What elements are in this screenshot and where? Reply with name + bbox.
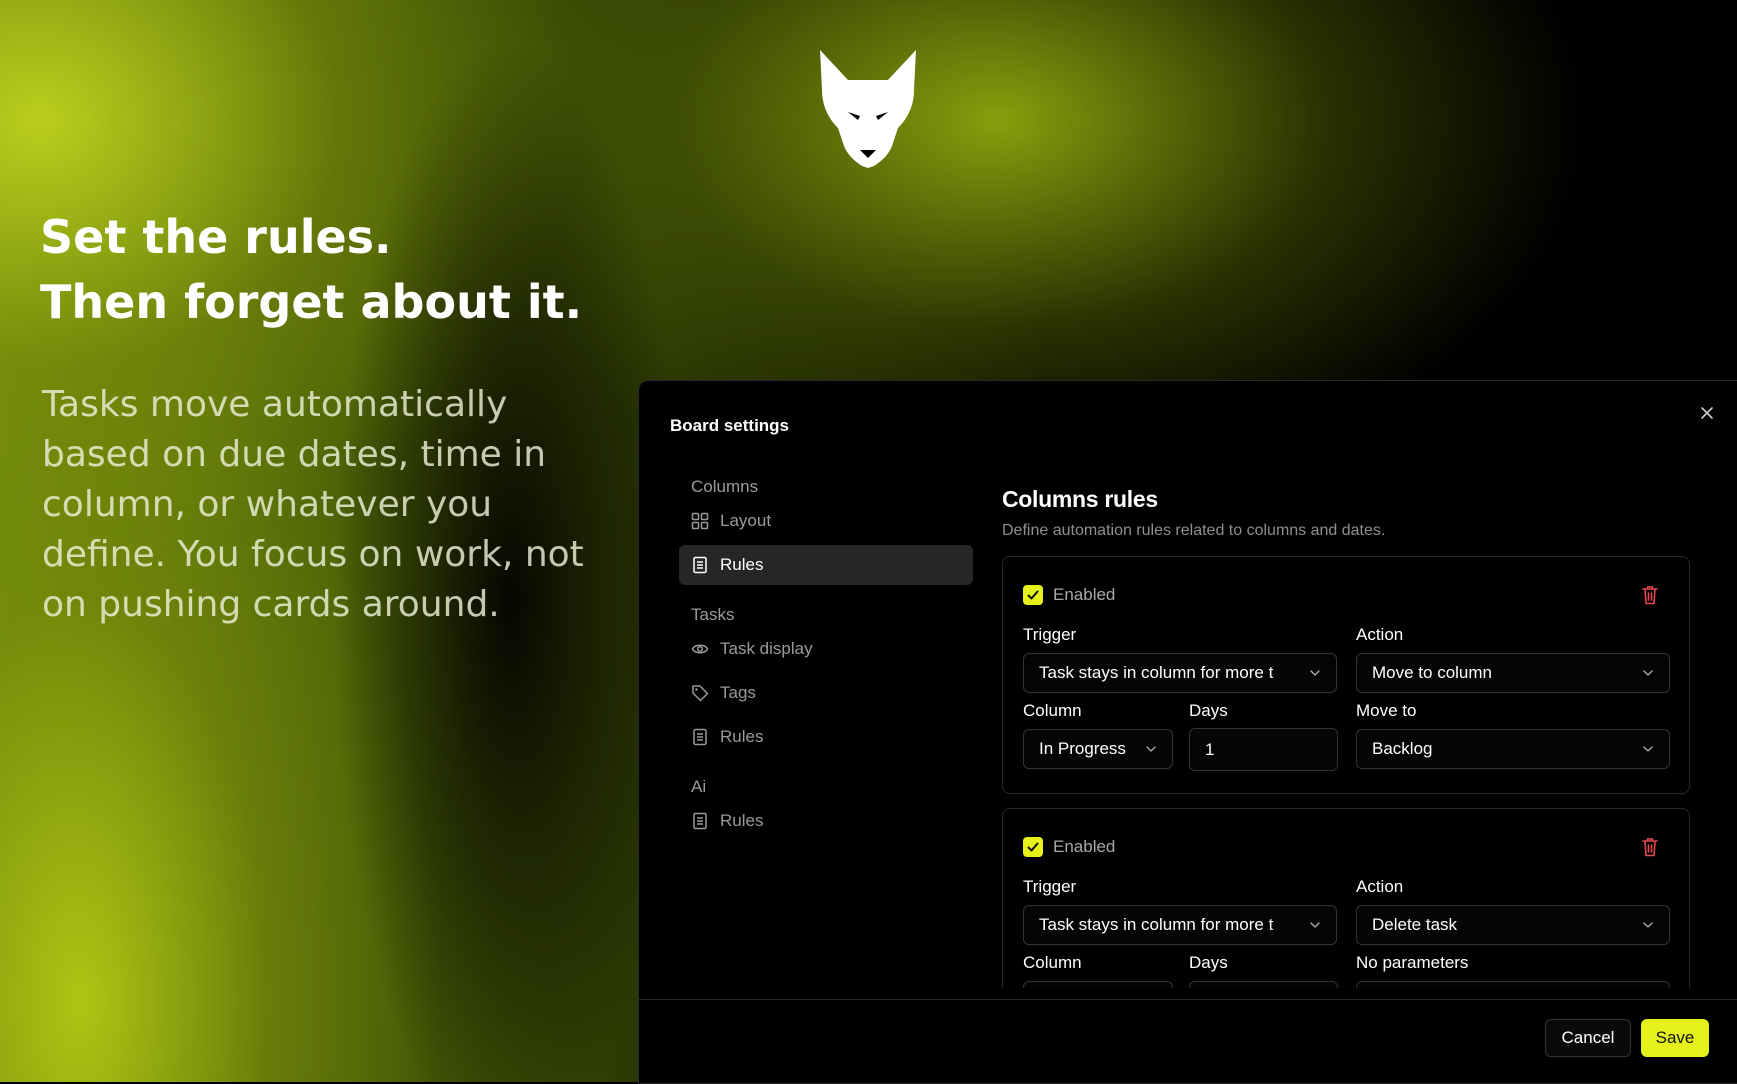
check-icon bbox=[1027, 590, 1039, 600]
sidebar-item-label: Tags bbox=[720, 683, 756, 702]
enabled-checkbox[interactable] bbox=[1023, 585, 1043, 605]
board-settings-modal: Board settings Columns Layout Rules Task… bbox=[638, 380, 1737, 1084]
nav-group-ai: Ai bbox=[691, 777, 707, 796]
column-value: In Progress bbox=[1039, 739, 1126, 758]
enabled-row: Enabled bbox=[1023, 585, 1115, 605]
document-icon bbox=[693, 556, 707, 574]
trash-icon[interactable] bbox=[1640, 584, 1660, 606]
chevron-down-icon bbox=[1643, 670, 1653, 676]
enabled-row: Enabled bbox=[1023, 837, 1115, 857]
tag-icon bbox=[692, 685, 709, 702]
column-label: Column bbox=[1023, 701, 1082, 720]
trigger-select[interactable]: Task stays in column for more t bbox=[1023, 905, 1337, 945]
nav-group-columns: Columns bbox=[691, 477, 759, 496]
days-label: Days bbox=[1189, 701, 1228, 720]
move-to-select[interactable]: Backlog bbox=[1356, 729, 1670, 769]
enabled-checkbox[interactable] bbox=[1023, 837, 1043, 857]
trigger-label: Trigger bbox=[1023, 625, 1077, 644]
action-label: Action bbox=[1356, 877, 1404, 896]
footer-divider bbox=[639, 999, 1737, 1000]
chevron-down-icon bbox=[1146, 746, 1156, 752]
chevron-down-icon bbox=[1643, 922, 1653, 928]
column-label: Column bbox=[1023, 953, 1082, 972]
section-description: Define automation rules related to colum… bbox=[1002, 522, 1386, 539]
document-icon bbox=[693, 728, 707, 746]
trigger-select[interactable]: Task stays in column for more t bbox=[1023, 653, 1337, 693]
save-button[interactable]: Save bbox=[1641, 1019, 1709, 1057]
move-to-value: Backlog bbox=[1372, 739, 1433, 758]
sidebar-item-ai-rules[interactable]: Rules bbox=[679, 801, 973, 841]
hero-title: Set the rules. Then forget about it. bbox=[40, 205, 582, 335]
document-icon bbox=[693, 812, 707, 830]
action-select[interactable]: Move to column bbox=[1356, 653, 1670, 693]
sidebar-item-columns-rules[interactable]: Rules bbox=[679, 545, 973, 585]
chevron-down-icon bbox=[1643, 746, 1653, 752]
parameters-field[interactable] bbox=[1356, 981, 1670, 988]
hero-title-line2: Then forget about it. bbox=[40, 275, 583, 329]
enabled-label: Enabled bbox=[1053, 585, 1116, 604]
sidebar-item-tasks-rules[interactable]: Rules bbox=[679, 717, 973, 757]
action-label: Action bbox=[1356, 625, 1404, 644]
eye-icon bbox=[691, 644, 709, 654]
rule-card: Enabled Trigger Task stays in column for… bbox=[1002, 556, 1690, 794]
settings-content: Columns rules Define automation rules re… bbox=[1002, 486, 1690, 988]
sidebar-item-label: Layout bbox=[720, 511, 772, 530]
days-label: Days bbox=[1189, 953, 1228, 972]
section-title: Columns rules bbox=[1002, 486, 1158, 512]
check-icon bbox=[1027, 842, 1039, 852]
trigger-value: Task stays in column for more t bbox=[1039, 663, 1274, 682]
trigger-value: Task stays in column for more t bbox=[1039, 915, 1274, 934]
sidebar-item-tags[interactable]: Tags bbox=[679, 673, 973, 713]
trash-icon[interactable] bbox=[1640, 836, 1660, 858]
sidebar-item-task-display[interactable]: Task display bbox=[679, 629, 973, 669]
days-input[interactable] bbox=[1189, 981, 1338, 988]
column-select[interactable] bbox=[1023, 981, 1173, 988]
nav-group-tasks: Tasks bbox=[691, 605, 735, 624]
sidebar-item-label: Rules bbox=[720, 811, 764, 830]
rule-card: Enabled Trigger Task stays in column for… bbox=[1002, 808, 1690, 988]
chevron-down-icon bbox=[1310, 922, 1320, 928]
sidebar-item-layout[interactable]: Layout bbox=[679, 501, 973, 541]
sidebar-item-label: Task display bbox=[720, 639, 813, 658]
action-value: Delete task bbox=[1372, 915, 1458, 934]
cancel-button[interactable]: Cancel bbox=[1545, 1019, 1631, 1057]
no-parameters-label: No parameters bbox=[1356, 953, 1469, 972]
action-select[interactable]: Delete task bbox=[1356, 905, 1670, 945]
close-icon[interactable] bbox=[1695, 401, 1719, 425]
sidebar-item-label: Rules bbox=[720, 555, 764, 574]
grid-icon bbox=[691, 512, 709, 530]
chevron-down-icon bbox=[1310, 670, 1320, 676]
action-value: Move to column bbox=[1372, 663, 1492, 682]
sidebar-item-label: Rules bbox=[720, 727, 764, 746]
settings-sidebar: Columns Layout Rules Tasks Task display … bbox=[679, 477, 979, 841]
column-select[interactable]: In Progress bbox=[1023, 729, 1173, 769]
move-to-label: Move to bbox=[1356, 701, 1417, 720]
logo-icon bbox=[820, 50, 916, 168]
days-input[interactable] bbox=[1189, 728, 1338, 771]
rule-card-clip: Enabled Trigger Task stays in column for… bbox=[1002, 808, 1690, 988]
modal-title: Board settings bbox=[670, 416, 790, 435]
hero-description: Tasks move automatically based on due da… bbox=[42, 384, 584, 625]
hero-title-line1: Set the rules. bbox=[40, 210, 392, 264]
trigger-label: Trigger bbox=[1023, 877, 1077, 896]
enabled-label: Enabled bbox=[1053, 837, 1116, 856]
